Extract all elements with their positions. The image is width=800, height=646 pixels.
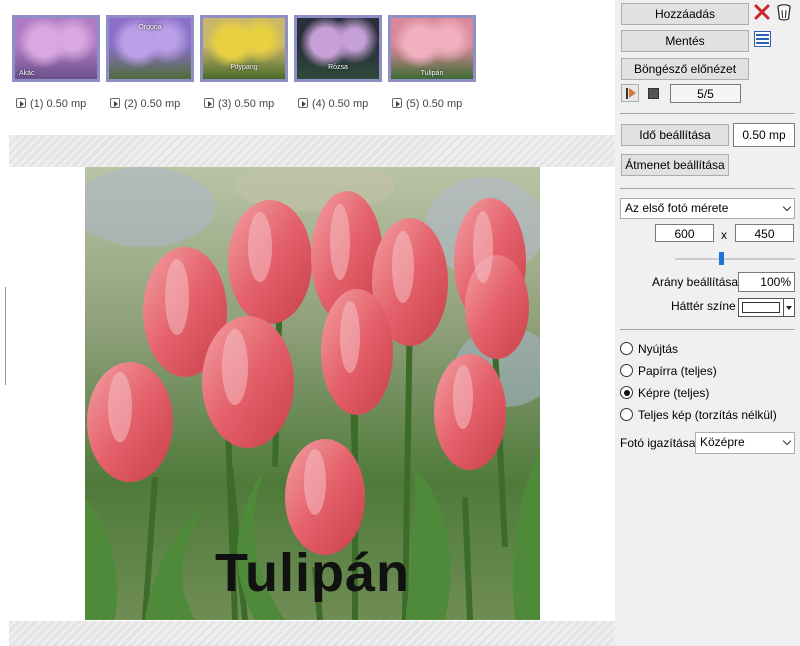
- left-area: Akác Orgona Pitypang Rózsa Tulipán (1) 0…: [0, 0, 615, 646]
- set-time-button[interactable]: Idő beállítása: [621, 124, 729, 146]
- thumbnail-duration-1[interactable]: (1) 0.50 mp: [16, 98, 86, 110]
- thumbnail-1[interactable]: Akác: [12, 15, 100, 82]
- photo-preview: Tulipán: [85, 167, 540, 620]
- color-dropdown-button[interactable]: [783, 299, 794, 316]
- chevron-down-icon: [782, 436, 792, 446]
- thumbnail-caption: Pitypang: [230, 64, 258, 71]
- width-input[interactable]: 600: [655, 224, 714, 242]
- thumbnail-2[interactable]: Orgona: [106, 15, 194, 82]
- height-input[interactable]: 450: [735, 224, 794, 242]
- slide-counter: 5/5: [670, 84, 741, 103]
- thumbnail-strip: Akác Orgona Pitypang Rózsa Tulipán (1) 0…: [9, 3, 610, 131]
- separator: [620, 329, 795, 330]
- separator: [620, 113, 795, 114]
- play-icon[interactable]: [392, 98, 402, 108]
- stop-icon[interactable]: [648, 88, 659, 99]
- list-icon[interactable]: [754, 31, 771, 47]
- add-button[interactable]: Hozzáadás: [621, 3, 749, 25]
- thumbnail-duration-4[interactable]: (4) 0.50 mp: [298, 98, 368, 110]
- save-button[interactable]: Mentés: [621, 30, 749, 52]
- photo-align-select[interactable]: Középre: [695, 432, 795, 454]
- trash-icon[interactable]: [776, 3, 792, 21]
- radio-button[interactable]: [620, 408, 633, 421]
- separator: [620, 188, 795, 189]
- browser-preview-button[interactable]: Böngésző előnézet: [621, 58, 749, 80]
- settings-panel: Hozzáadás Mentés Böngésző előnézet 5/5 I…: [615, 0, 800, 646]
- preview-caption: Tulipán: [215, 543, 410, 603]
- preview-bottom-margin: [9, 621, 615, 646]
- play-icon[interactable]: [204, 98, 214, 108]
- thumbnail-3[interactable]: Pitypang: [200, 15, 288, 82]
- thumbnail-5-selected[interactable]: Tulipán: [388, 15, 476, 82]
- play-icon[interactable]: [16, 98, 26, 108]
- size-select[interactable]: Az első fotó mérete: [620, 198, 795, 219]
- play-icon[interactable]: [110, 98, 120, 108]
- dropdown-arrow-icon: [786, 306, 792, 310]
- option-fit-image[interactable]: Képre (teljes): [620, 386, 709, 400]
- thumbnail-caption: Rózsa: [328, 64, 348, 71]
- ratio-input[interactable]: 100%: [738, 272, 795, 292]
- option-fit-paper[interactable]: Papírra (teljes): [620, 364, 717, 378]
- thumbnail-caption: Orgona: [138, 24, 162, 31]
- delete-icon[interactable]: [754, 4, 770, 20]
- thumbnail-caption: Tulipán: [420, 70, 444, 77]
- background-color-label: Háttér színe: [671, 299, 736, 313]
- zoom-slider-track[interactable]: [675, 258, 795, 260]
- thumbnail-duration-2[interactable]: (2) 0.50 mp: [110, 98, 180, 110]
- photo-align-label: Fotó igazítása: [620, 436, 696, 450]
- splitter-handle[interactable]: [0, 287, 6, 385]
- time-input[interactable]: 0.50 mp: [733, 123, 795, 147]
- chevron-down-icon: [782, 202, 792, 212]
- radio-button-selected[interactable]: [620, 386, 633, 399]
- preview-top-margin: [9, 135, 615, 167]
- play-icon[interactable]: [298, 98, 308, 108]
- radio-button[interactable]: [620, 364, 633, 377]
- dimension-separator: x: [721, 228, 727, 242]
- play-button[interactable]: [621, 84, 639, 102]
- set-transition-button[interactable]: Átmenet beállítása: [621, 154, 729, 176]
- thumbnail-4[interactable]: Rózsa: [294, 15, 382, 82]
- thumbnail-duration-5[interactable]: (5) 0.50 mp: [392, 98, 462, 110]
- thumbnail-duration-3[interactable]: (3) 0.50 mp: [204, 98, 274, 110]
- color-swatch: [742, 302, 780, 313]
- background-color-picker[interactable]: [738, 298, 795, 317]
- option-full-image[interactable]: Teljes kép (torzítás nélkül): [620, 408, 777, 422]
- zoom-slider-thumb[interactable]: [719, 252, 724, 265]
- option-stretch[interactable]: Nyújtás: [620, 342, 678, 356]
- radio-button[interactable]: [620, 342, 633, 355]
- thumbnail-caption: Akác: [19, 70, 35, 77]
- ratio-label: Arány beállítása: [652, 275, 739, 289]
